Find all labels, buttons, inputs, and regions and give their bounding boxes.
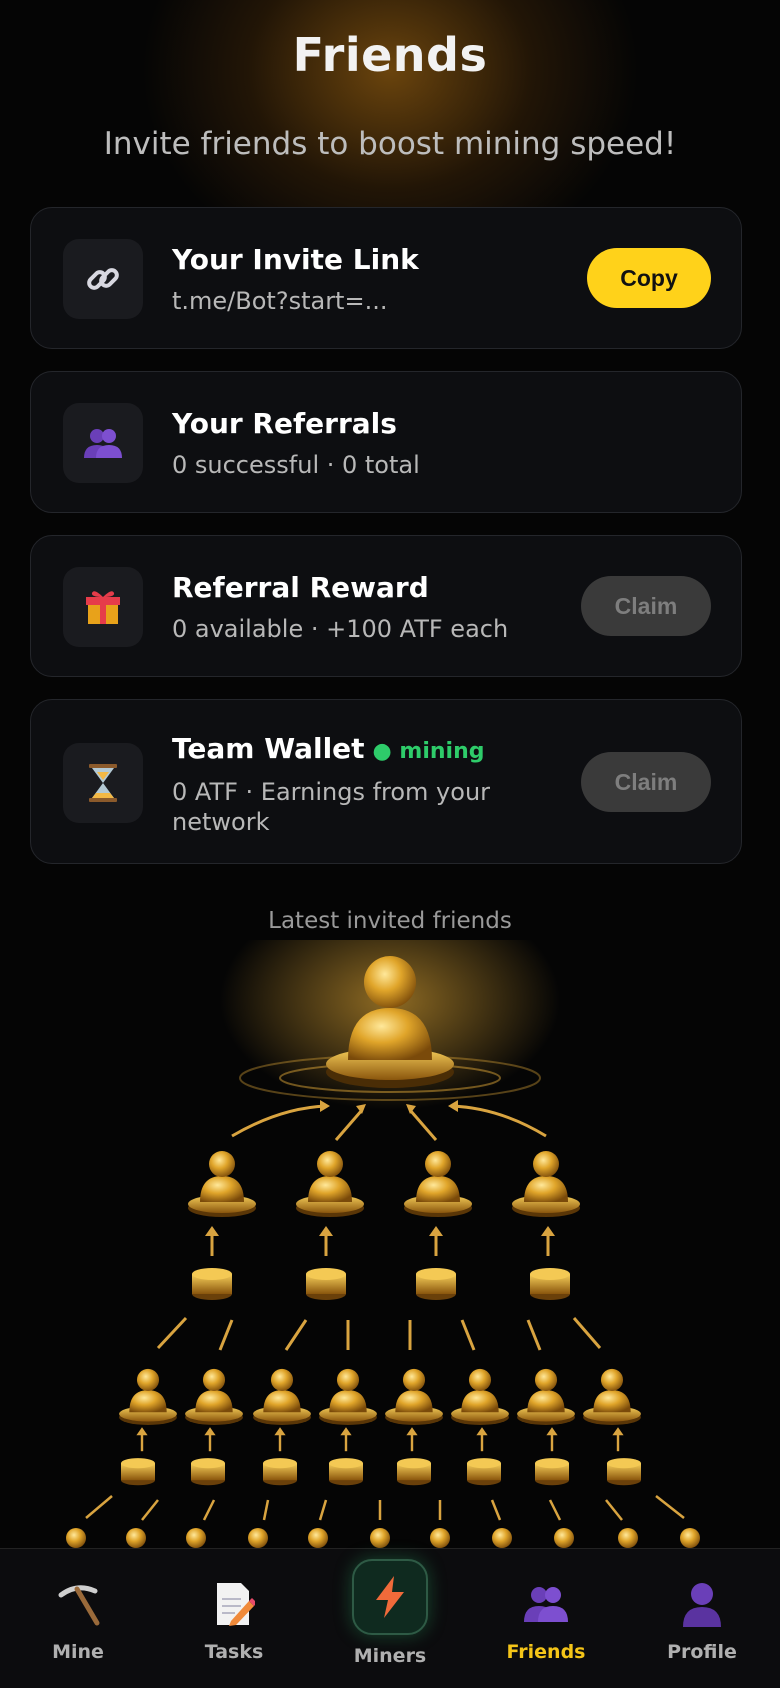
nav-item-tasks[interactable]: Tasks — [174, 1549, 294, 1688]
hourglass-icon — [63, 743, 143, 823]
nav-item-friends[interactable]: Friends — [486, 1549, 606, 1688]
nav-item-mine[interactable]: Mine — [18, 1549, 138, 1688]
invite-link-url: t.me/Bot?start=... — [172, 287, 388, 315]
invite-link-card: Your Invite Link t.me/Bot?start=... Copy — [30, 207, 742, 349]
people-icon — [521, 1579, 571, 1629]
team-wallet-card: Team Wallet ● mining 0 ATF · Earnings fro… — [30, 699, 742, 864]
page-title: Friends — [292, 28, 488, 82]
referral-claim-button[interactable]: Claim — [581, 576, 711, 636]
nav-item-miners[interactable]: Miners — [330, 1549, 450, 1688]
referral-reward-stats: 0 available · +100 ATF each — [172, 615, 509, 643]
nav-label-mine: Mine — [52, 1641, 104, 1663]
referrals-card: Your Referrals 0 successful · 0 total — [30, 371, 742, 513]
referral-pyramid-illustration — [66, 940, 700, 1548]
person-icon — [677, 1579, 727, 1629]
team-wallet-description: 0 ATF · Earnings from your network — [172, 778, 491, 836]
referrals-title: Your Referrals — [172, 407, 397, 440]
latest-friends-label: Latest invited friends — [268, 908, 512, 934]
nav-item-profile[interactable]: Profile — [642, 1549, 762, 1688]
link-icon — [63, 239, 143, 319]
team-wallet-title-row: Team Wallet ● mining — [172, 732, 484, 765]
referral-reward-title: Referral Reward — [172, 571, 429, 604]
referrals-stats: 0 successful · 0 total — [172, 451, 420, 479]
nav-label-friends: Friends — [506, 1641, 586, 1663]
memo-icon — [209, 1579, 259, 1629]
page-subtitle: Invite friends to boost mining speed! — [103, 126, 677, 162]
team-wallet-title: Team Wallet — [172, 732, 365, 765]
nav-label-tasks: Tasks — [204, 1641, 264, 1663]
team-wallet-claim-button[interactable]: Claim — [581, 752, 711, 812]
bottom-nav: Mine Tasks Miners Friends Profile — [0, 1548, 780, 1688]
people-icon — [63, 403, 143, 483]
nav-label-miners: Miners — [353, 1645, 427, 1667]
mining-status-badge: ● mining — [372, 739, 485, 764]
pickaxe-icon — [53, 1579, 103, 1629]
nav-label-profile: Profile — [667, 1641, 737, 1663]
copy-button[interactable]: Copy — [587, 248, 711, 308]
lightning-icon — [352, 1559, 428, 1635]
referral-reward-card: Referral Reward 0 available · +100 ATF e… — [30, 535, 742, 677]
gift-icon — [63, 567, 143, 647]
invite-link-title: Your Invite Link — [172, 243, 419, 276]
